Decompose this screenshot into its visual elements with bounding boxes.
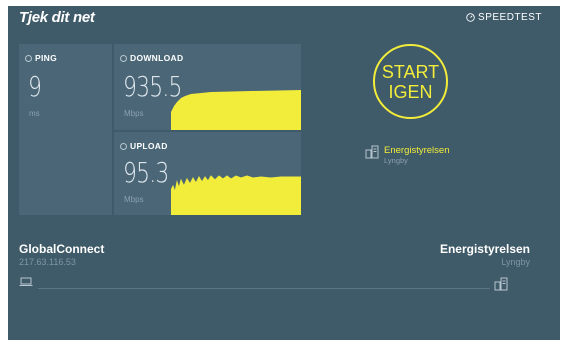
upload-value: 95.3: [123, 156, 169, 189]
upload-unit: Mbps: [124, 195, 144, 204]
download-label-row: DOWNLOAD: [120, 53, 183, 63]
server-icon: [494, 277, 508, 291]
server-icon: [365, 145, 379, 159]
speedtest-label: SPEEDTEST: [478, 12, 542, 23]
start-line1: START: [381, 61, 440, 82]
start-again-button[interactable]: START IGEN: [373, 44, 448, 119]
header: Tjek dit net SPEEDTEST: [8, 6, 560, 32]
connection-line: [38, 288, 490, 289]
isp-ip: 217.63.116.53: [19, 257, 76, 267]
ping-panel: PING 9 ms: [19, 44, 112, 215]
upload-graph: [171, 175, 301, 215]
host-name: Energistyrelsen: [439, 242, 530, 256]
upload-icon: [120, 142, 127, 150]
start-line2: IGEN: [388, 81, 433, 102]
host-info: Energistyrelsen Lyngby: [440, 242, 530, 267]
speedtest-app: Tjek dit net SPEEDTEST PING 9 ms DOWNLOA…: [8, 6, 560, 340]
upload-panel: UPLOAD 95.3 Mbps: [114, 132, 301, 215]
speedtest-link[interactable]: SPEEDTEST: [466, 12, 542, 23]
host-location: Lyngby: [501, 257, 530, 267]
ping-unit: ms: [29, 109, 40, 118]
laptop-icon: [19, 277, 33, 286]
selected-server[interactable]: Energistyrelsen Lyngby: [365, 145, 449, 165]
download-label: DOWNLOAD: [130, 53, 184, 63]
download-panel: DOWNLOAD 935.5 Mbps: [114, 44, 301, 130]
ping-label: PING: [35, 53, 57, 63]
download-icon: [120, 54, 127, 62]
download-graph: [171, 90, 301, 130]
download-unit: Mbps: [124, 109, 144, 118]
ping-label-row: PING: [25, 53, 57, 63]
isp-info: GlobalConnect 217.63.116.53: [19, 242, 104, 267]
speedometer-icon: [466, 13, 475, 22]
ping-value: 9: [28, 70, 42, 103]
download-value: 935.5: [123, 70, 182, 103]
isp-name: GlobalConnect: [19, 242, 105, 256]
upload-label-row: UPLOAD: [120, 141, 168, 151]
upload-label: UPLOAD: [130, 141, 168, 151]
selected-server-location: Lyngby: [384, 156, 408, 165]
ping-icon: [25, 54, 32, 62]
selected-server-name: Energistyrelsen: [384, 145, 450, 156]
brand-logo[interactable]: Tjek dit net: [19, 9, 95, 26]
